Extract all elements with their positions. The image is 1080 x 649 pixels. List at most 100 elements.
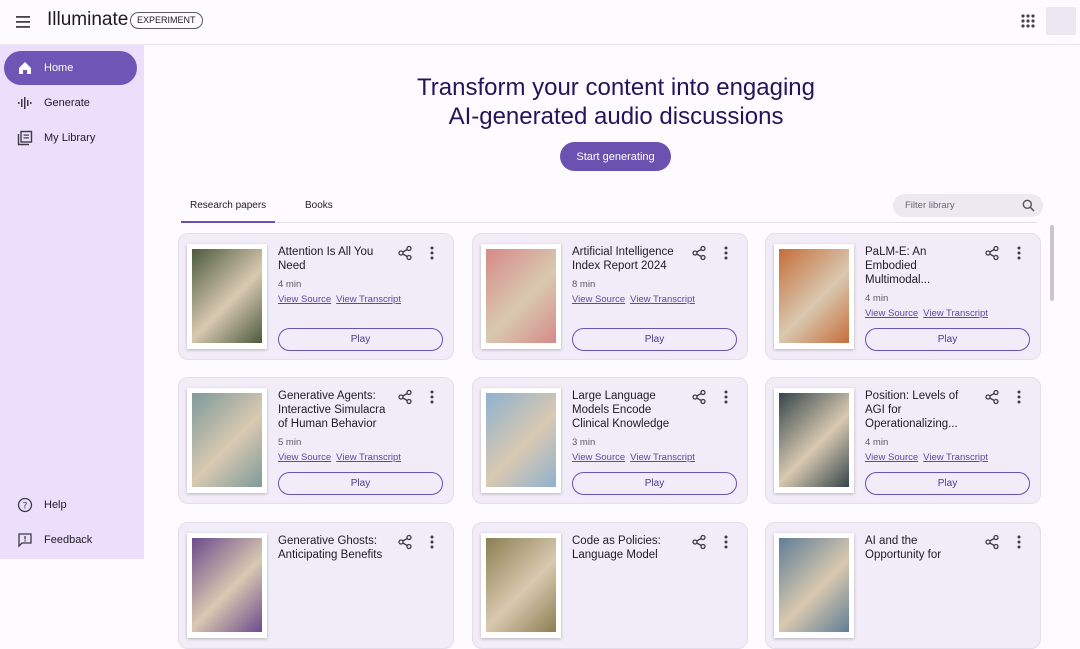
sidebar-item-feedback[interactable]: Feedback — [4, 523, 137, 557]
more-options-icon[interactable] — [1014, 534, 1024, 550]
view-source-link[interactable]: View Source — [865, 308, 918, 319]
sidebar-item-label: Help — [44, 499, 67, 511]
sidebar-item-my-library[interactable]: My Library — [4, 121, 137, 155]
card-duration: 3 min — [572, 437, 596, 448]
share-icon[interactable] — [984, 389, 1000, 405]
more-options-icon[interactable] — [1014, 245, 1024, 261]
library-card[interactable]: Artificial Intelligence Index Report 202… — [472, 233, 748, 360]
view-transcript-link[interactable]: View Transcript — [630, 294, 695, 305]
sidebar-item-generate[interactable]: Generate — [4, 86, 137, 120]
card-title: Attention Is All You Need — [278, 246, 374, 272]
card-title: Code as Policies: Language Model — [572, 535, 661, 561]
library-icon — [16, 129, 34, 147]
sidebar-item-label: Generate — [44, 97, 90, 109]
cover-art — [486, 538, 556, 632]
view-transcript-link[interactable]: View Transcript — [630, 452, 695, 463]
search-icon[interactable] — [1022, 199, 1035, 212]
library-card[interactable]: AI and the Opportunity for — [765, 522, 1041, 649]
cover-art — [192, 393, 262, 487]
library-card[interactable]: Generative Agents: Interactive Simulacra… — [178, 377, 454, 504]
more-options-icon[interactable] — [721, 245, 731, 261]
cover-thumbnail[interactable] — [774, 388, 854, 493]
more-options-icon[interactable] — [427, 245, 437, 261]
play-button[interactable]: Play — [278, 328, 443, 351]
tab-research-papers[interactable]: Research papers — [180, 200, 276, 223]
share-icon[interactable] — [397, 534, 413, 550]
card-duration: 5 min — [278, 437, 302, 448]
library-card[interactable]: Code as Policies: Language Model — [472, 522, 748, 649]
card-links: View Source View Transcript — [278, 452, 406, 463]
view-transcript-link[interactable]: View Transcript — [336, 452, 401, 463]
view-source-link[interactable]: View Source — [572, 452, 625, 463]
sidebar-item-help[interactable]: ? Help — [4, 488, 137, 522]
cover-thumbnail[interactable] — [481, 533, 561, 638]
share-icon[interactable] — [691, 389, 707, 405]
sidebar-item-home[interactable]: Home — [4, 51, 137, 85]
hero-line-1: Transform your content into engaging — [416, 74, 815, 101]
hero-heading: Transform your content into engaging AI-… — [144, 73, 1080, 131]
play-button[interactable]: Play — [865, 328, 1030, 351]
more-options-icon[interactable] — [721, 389, 731, 405]
card-links: View Source View Transcript — [865, 452, 993, 463]
svg-text:?: ? — [23, 501, 28, 511]
card-duration: 4 min — [865, 437, 889, 448]
avatar[interactable] — [1046, 7, 1076, 35]
library-card[interactable]: Large Language Models Encode Clinical Kn… — [472, 377, 748, 504]
view-source-link[interactable]: View Source — [278, 452, 331, 463]
card-links: View Source View Transcript — [278, 294, 406, 305]
play-button[interactable]: Play — [278, 472, 443, 495]
cover-art — [192, 538, 262, 632]
experiment-badge: EXPERIMENT — [130, 12, 203, 29]
card-links: View Source View Transcript — [572, 452, 700, 463]
sidebar-item-label: My Library — [44, 132, 96, 144]
share-icon[interactable] — [984, 245, 1000, 261]
menu-icon[interactable] — [14, 12, 34, 32]
card-title: Position: Levels of AGI for Operationali… — [865, 390, 959, 430]
main-content: Transform your content into engaging AI-… — [144, 45, 1080, 649]
view-transcript-link[interactable]: View Transcript — [923, 308, 988, 319]
card-duration: 4 min — [278, 279, 302, 290]
sidebar-item-label: Feedback — [44, 534, 93, 546]
share-icon[interactable] — [397, 245, 413, 261]
cover-thumbnail[interactable] — [774, 244, 854, 349]
tab-books[interactable]: Books — [305, 200, 333, 211]
library-card[interactable]: Generative Ghosts: Anticipating Benefits — [178, 522, 454, 649]
card-duration: 4 min — [865, 293, 889, 304]
view-source-link[interactable]: View Source — [278, 294, 331, 305]
waveform-icon — [16, 94, 34, 112]
start-generating-button[interactable]: Start generating — [560, 142, 671, 171]
share-icon[interactable] — [691, 245, 707, 261]
apps-grid-icon[interactable] — [1019, 12, 1037, 30]
cover-thumbnail[interactable] — [187, 533, 267, 638]
cover-art — [779, 393, 849, 487]
more-options-icon[interactable] — [1014, 389, 1024, 405]
more-options-icon[interactable] — [427, 389, 437, 405]
cover-art — [779, 538, 849, 632]
cover-thumbnail[interactable] — [187, 244, 267, 349]
play-button[interactable]: Play — [572, 472, 737, 495]
cover-thumbnail[interactable] — [187, 388, 267, 493]
share-icon[interactable] — [691, 534, 707, 550]
library-card[interactable]: Attention Is All You Need 4 min View Sourc… — [178, 233, 454, 360]
filter-placeholder: Filter library — [905, 200, 955, 211]
share-icon[interactable] — [397, 389, 413, 405]
play-button[interactable]: Play — [865, 472, 1030, 495]
view-transcript-link[interactable]: View Transcript — [923, 452, 988, 463]
cover-thumbnail[interactable] — [481, 388, 561, 493]
app-title[interactable]: Illuminate — [47, 9, 128, 31]
more-options-icon[interactable] — [427, 534, 437, 550]
view-source-link[interactable]: View Source — [572, 294, 625, 305]
card-title: AI and the Opportunity for — [865, 535, 942, 561]
cover-thumbnail[interactable] — [481, 244, 561, 349]
play-button[interactable]: Play — [572, 328, 737, 351]
library-card[interactable]: PaLM-E: An Embodied Multimodal... 4 min Vi… — [765, 233, 1041, 360]
hero-line-2: AI-generated audio discussions — [448, 103, 784, 130]
more-options-icon[interactable] — [721, 534, 731, 550]
library-card[interactable]: Position: Levels of AGI for Operationali… — [765, 377, 1041, 504]
view-transcript-link[interactable]: View Transcript — [336, 294, 401, 305]
scrollbar[interactable] — [1050, 225, 1054, 301]
view-source-link[interactable]: View Source — [865, 452, 918, 463]
cover-thumbnail[interactable] — [774, 533, 854, 638]
share-icon[interactable] — [984, 534, 1000, 550]
filter-library-input[interactable]: Filter library — [893, 194, 1043, 217]
